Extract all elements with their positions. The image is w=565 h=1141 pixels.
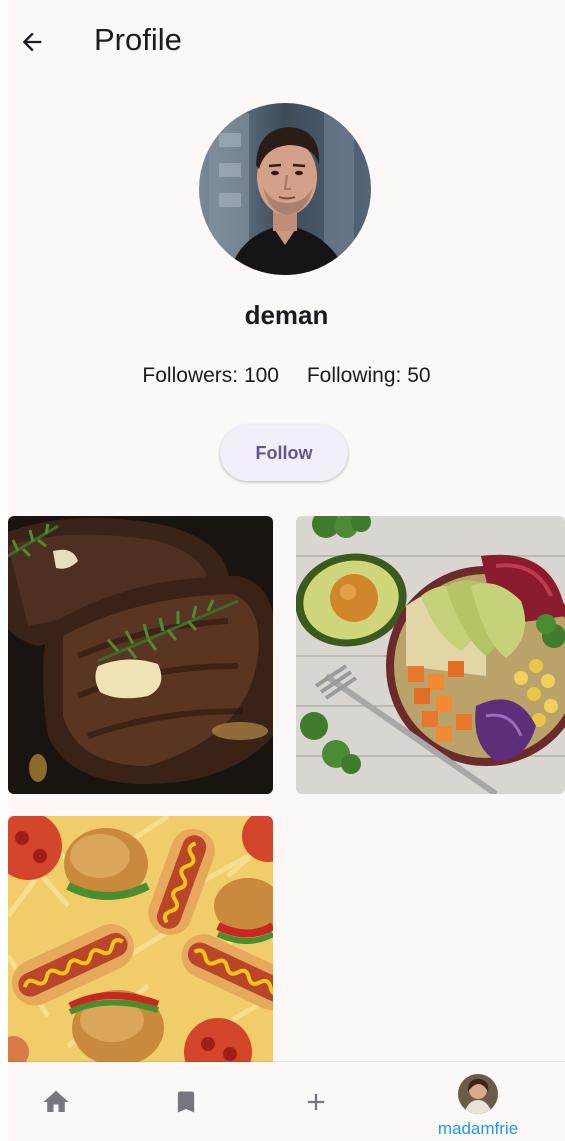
profile-avatar <box>199 103 371 275</box>
bookmark-icon <box>177 1091 195 1112</box>
nav-item-bookmarks[interactable] <box>138 1062 234 1141</box>
nav-account-label: madamfrie <box>437 1119 519 1138</box>
page-title: Profile <box>94 22 182 57</box>
nav-item-add[interactable] <box>268 1062 364 1141</box>
bottom-navigation-bar: madamfrie <box>8 1062 565 1141</box>
top-app-bar: Profile <box>8 0 565 84</box>
post-thumbnail-steak[interactable] <box>8 516 273 794</box>
post-thumbnail-hot-dogs-burgers[interactable] <box>8 816 273 1062</box>
profile-stats: Followers: 100 Following: 50 <box>8 364 565 388</box>
profile-username: deman <box>244 300 329 330</box>
back-button[interactable] <box>14 24 50 60</box>
follow-button[interactable]: Follow <box>220 425 348 481</box>
arrow-back-icon <box>22 32 42 52</box>
post-thumbnail-avocado-bowl[interactable] <box>296 516 565 794</box>
following-count: Following: 50 <box>306 364 431 387</box>
nav-item-home[interactable] <box>8 1062 104 1141</box>
profile-screen: Profile deman Followers: 100 Following: … <box>8 0 565 1141</box>
home-icon <box>43 1090 69 1112</box>
add-icon <box>307 1093 325 1110</box>
nav-item-account[interactable]: madamfrie <box>418 1062 538 1141</box>
account-avatar <box>458 1074 498 1114</box>
followers-count: Followers: 100 <box>142 364 279 387</box>
